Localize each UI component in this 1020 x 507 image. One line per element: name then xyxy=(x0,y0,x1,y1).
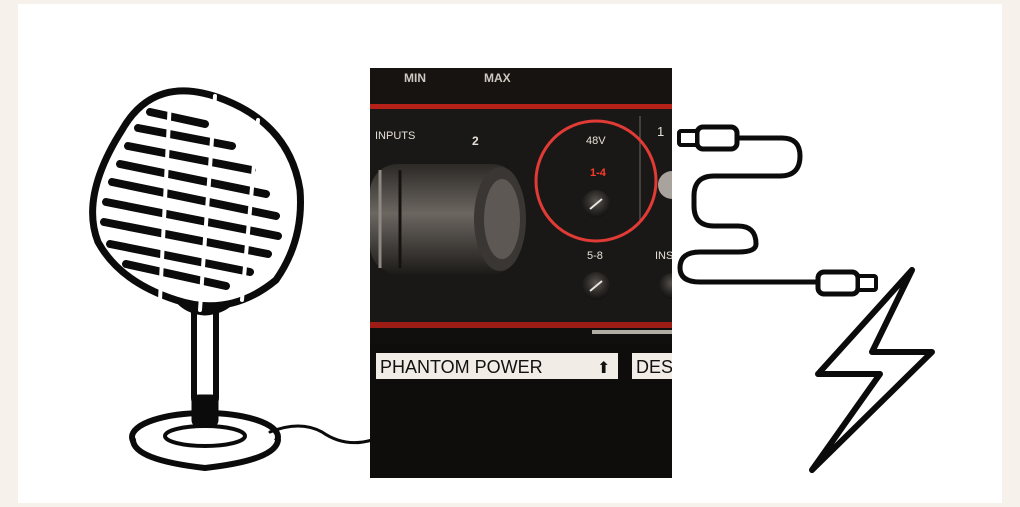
channel-label: 2 xyxy=(472,134,479,148)
next-channel-label: 1 xyxy=(657,124,664,139)
usb-cable-icon xyxy=(677,124,878,297)
xlr-input-jack xyxy=(370,164,526,274)
inputs-label: INPUTS xyxy=(375,130,415,142)
partial-ins-label: INS xyxy=(655,250,673,262)
second-tape-text: DES xyxy=(636,357,673,377)
knob-label-max: MAX xyxy=(484,71,511,85)
phantom-power-text: PHANTOM POWER xyxy=(380,357,543,377)
interface-photo: MIN MAX INPUTS 2 48V 1 1-4 5-8 INS PHANT… xyxy=(370,68,673,478)
panel-red-trim-bottom xyxy=(370,322,672,328)
lightning-bolt-icon xyxy=(809,267,935,473)
phantom-48v-label: 48V xyxy=(586,135,606,147)
led-range-label-1-4: 1-4 xyxy=(590,167,607,179)
knob-label-min: MIN xyxy=(404,71,426,85)
up-arrow-icon: ⬆ xyxy=(597,360,610,377)
range-label-5-8: 5-8 xyxy=(587,250,603,262)
scene: MIN MAX INPUTS 2 48V 1 1-4 5-8 INS PHANT… xyxy=(89,68,935,478)
panel-red-trim-top xyxy=(370,104,672,109)
microphone-icon xyxy=(89,87,374,471)
